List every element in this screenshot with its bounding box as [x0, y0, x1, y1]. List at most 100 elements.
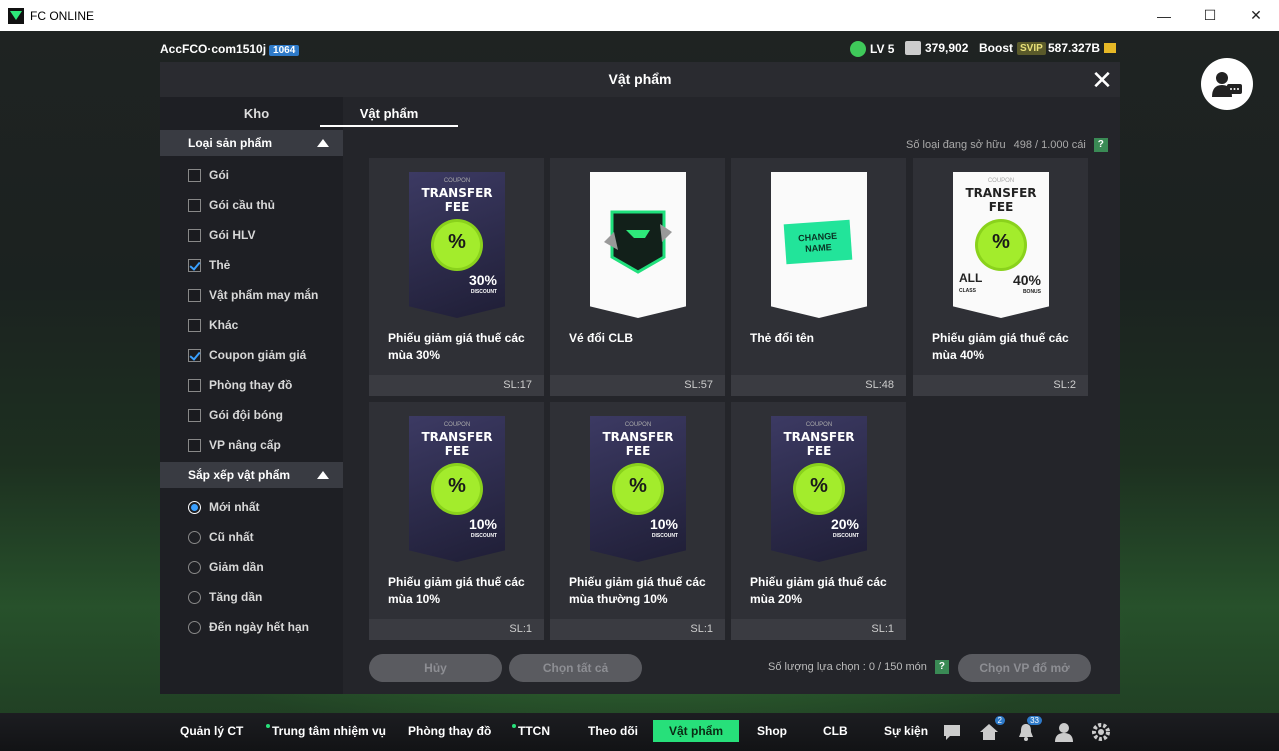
sort-label: Cũ nhất — [209, 530, 254, 544]
help-icon[interactable]: ? — [1093, 138, 1108, 152]
nav-items[interactable]: Vật phẩm — [653, 720, 740, 742]
nav-follow[interactable]: Theo dõi — [588, 724, 638, 738]
section-title: Sắp xếp vật phẩm — [188, 468, 291, 482]
class-label: CLASS — [959, 288, 976, 294]
minimize-button[interactable]: — — [1141, 0, 1187, 31]
account-name: AccFCO·com1510j 1064 — [160, 42, 300, 56]
shield-currency: 379,902 — [905, 41, 968, 55]
checkbox[interactable] — [188, 378, 201, 392]
title-bar: FC ONLINE — ☐ ✕ — [0, 0, 1279, 31]
section-title: Loại sản phẩm — [188, 136, 273, 150]
level-indicator: LV 5 — [850, 41, 894, 57]
item-name: Phiếu giảm giá thuế các mùa 40% — [932, 331, 1069, 362]
settings-gear-icon[interactable] — [1091, 722, 1111, 742]
close-modal-button[interactable]: ✕ — [1090, 67, 1114, 93]
support-chat-button[interactable] — [1201, 58, 1253, 110]
checkbox[interactable] — [188, 228, 201, 242]
cancel-button[interactable]: Hủy — [369, 654, 502, 682]
home-icon[interactable]: 2 — [979, 716, 1005, 742]
sort-section[interactable]: Sắp xếp vật phẩm — [160, 462, 343, 488]
checkbox[interactable] — [188, 438, 201, 452]
sort-option[interactable]: Mới nhất — [188, 497, 260, 517]
nav-label: Trung tâm nhiệm vụ — [272, 724, 387, 738]
item-card[interactable]: COUPON TRANSFER FEE% 30% DISCOUNT Phiếu giảm… — [369, 158, 544, 396]
nav-ttcn[interactable]: TTCN — [512, 724, 550, 738]
item-name: Phiếu giảm giá thuế các mùa 10% — [388, 575, 525, 606]
shield-icon — [905, 41, 921, 55]
coupon-card-image: COUPON TRANSFER FEE% ALL CLASS 40% BONUS — [953, 172, 1049, 318]
filter-option[interactable]: VP nâng cấp — [188, 435, 281, 455]
close-window-button[interactable]: ✕ — [1233, 0, 1279, 31]
nav-label: TTCN — [518, 724, 550, 738]
discount-value: 30% DISCOUNT — [469, 273, 497, 298]
filter-option[interactable]: Khác — [188, 315, 238, 335]
checkbox[interactable] — [188, 258, 201, 272]
account-badge: 1064 — [269, 45, 300, 56]
help-icon[interactable]: ? — [934, 660, 949, 674]
checkbox[interactable] — [188, 198, 201, 212]
item-card[interactable]: COUPON TRANSFER FEE% 10% DISCOUNT Phiếu giảm… — [550, 402, 725, 640]
checkbox[interactable] — [188, 168, 201, 182]
sort-label: Tăng dần — [209, 590, 263, 604]
owned-value: 498 / 1.000 cái — [1013, 139, 1086, 151]
item-card[interactable]: COUPON TRANSFER FEE% ALL CLASS 40% BONUS Phiếu… — [913, 158, 1088, 396]
checkbox[interactable] — [188, 348, 201, 362]
maximize-button[interactable]: ☐ — [1187, 0, 1233, 31]
profile-icon[interactable] — [1054, 722, 1074, 742]
nav-club[interactable]: CLB — [823, 724, 848, 738]
tab-vat-pham[interactable]: Vật phẩm — [320, 101, 458, 127]
item-card[interactable]: Vé đổi CLB SL:57 — [550, 158, 725, 396]
nav-mission-center[interactable]: Trung tâm nhiệm vụ — [266, 724, 386, 738]
sort-option[interactable]: Đến ngày hết hạn — [188, 617, 309, 637]
checkbox[interactable] — [188, 288, 201, 302]
filter-option[interactable]: Thẻ — [188, 255, 230, 275]
radio-button[interactable] — [188, 560, 201, 574]
filter-option[interactable]: Coupon giảm giá — [188, 345, 306, 365]
checkbox[interactable] — [188, 318, 201, 332]
selection-count: Số lượng lựa chọn : 0 / 150 món? — [768, 660, 949, 674]
balance-value: 587.327B — [1048, 41, 1101, 55]
nav-locker-room[interactable]: Phòng thay đồ — [408, 724, 491, 738]
radio-button[interactable] — [188, 590, 201, 604]
open-items-button[interactable]: Chọn VP đổ mở — [958, 654, 1091, 682]
discount-word: DISCOUNT — [470, 533, 497, 539]
nav-quan-ly-ct[interactable]: Quản lý CT — [180, 724, 243, 738]
filter-option[interactable]: Gói — [188, 165, 229, 185]
bottom-nav: Quản lý CT Trung tâm nhiệm vụ Phòng thay… — [0, 713, 1279, 751]
notify-dot-icon — [266, 724, 270, 728]
bell-icon[interactable]: 33 — [1016, 716, 1042, 742]
chat-icon[interactable] — [942, 722, 962, 742]
filter-option[interactable]: Vật phẩm may mắn — [188, 285, 318, 305]
all-class-label: ALL CLASS — [959, 272, 982, 296]
percent-seal-icon: % — [434, 466, 480, 512]
sort-option[interactable]: Giảm dần — [188, 557, 264, 577]
select-all-button[interactable]: Chọn tất cả — [509, 654, 642, 682]
item-card[interactable]: COUPON TRANSFER FEE% 10% DISCOUNT Phiếu giảm… — [369, 402, 544, 640]
discount-value: 40% BONUS — [1013, 273, 1041, 298]
item-card[interactable]: CHANGE NAME Thẻ đổi tên SL:48 — [731, 158, 906, 396]
checkbox[interactable] — [188, 408, 201, 422]
name-label: NAME — [804, 242, 832, 254]
sort-option[interactable]: Cũ nhất — [188, 527, 254, 547]
item-card[interactable]: COUPON TRANSFER FEE% 20% DISCOUNT Phiếu giảm… — [731, 402, 906, 640]
owned-count: Số loại đang sở hữu 498 / 1.000 cái? — [906, 138, 1108, 152]
radio-button[interactable] — [188, 530, 201, 544]
svip-badge: SVIP — [1017, 41, 1046, 55]
nav-events[interactable]: Sự kiện — [884, 724, 928, 738]
boost-label: Boost — [979, 41, 1013, 55]
filter-option[interactable]: Gói cầu thủ — [188, 195, 275, 215]
account-label: AccFCO·com1510j — [160, 42, 267, 56]
filter-label: Khác — [209, 318, 239, 332]
sort-option[interactable]: Tăng dần — [188, 587, 262, 607]
balance-display: 587.327B — [1048, 41, 1117, 55]
radio-button[interactable] — [188, 620, 201, 634]
filter-option[interactable]: Gói HLV — [188, 225, 255, 245]
collapse-arrow-icon — [317, 139, 329, 147]
filter-option[interactable]: Gói đội bóng — [188, 405, 283, 425]
nav-shop[interactable]: Shop — [757, 724, 787, 738]
radio-button[interactable] — [188, 500, 201, 514]
shield-value: 379,902 — [925, 41, 969, 55]
product-type-section[interactable]: Loại sản phẩm — [160, 130, 343, 156]
filter-option[interactable]: Phòng thay đồ — [188, 375, 292, 395]
level-label: LV 5 — [870, 42, 895, 56]
